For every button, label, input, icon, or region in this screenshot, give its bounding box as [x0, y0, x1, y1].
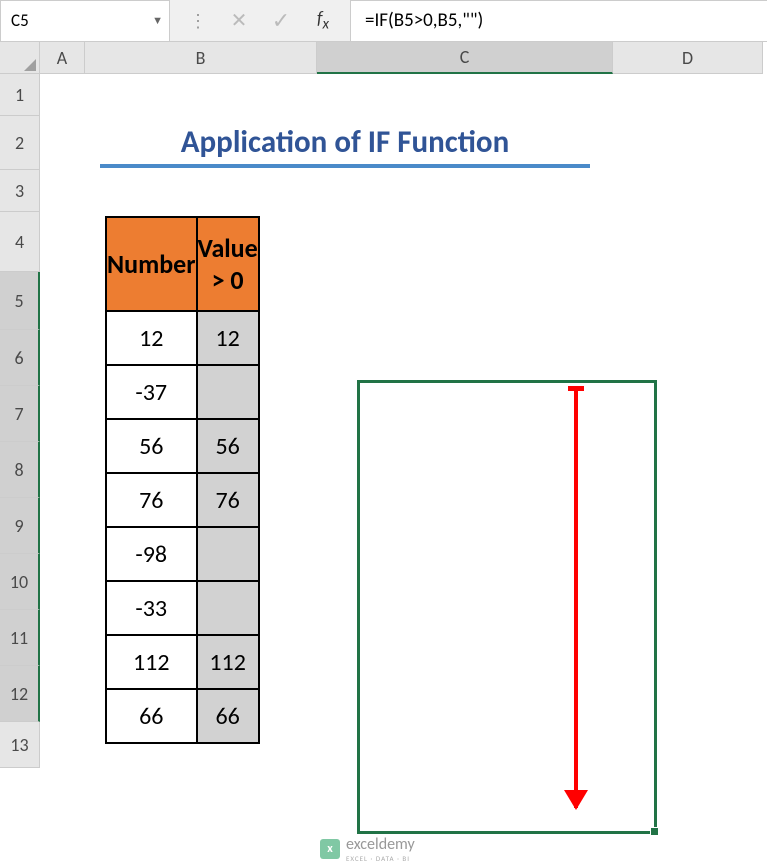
col-header-d[interactable]: D	[613, 42, 763, 74]
row-header-12[interactable]: 12	[0, 666, 40, 722]
enter-icon[interactable]: ✓	[272, 7, 290, 34]
cell-b9[interactable]: -98	[106, 527, 197, 581]
name-box[interactable]: C5 ▼	[0, 0, 170, 42]
cell-b8[interactable]: 76	[106, 473, 197, 527]
fx-icon[interactable]: fx	[317, 7, 329, 34]
row-header-8[interactable]: 8	[0, 442, 40, 498]
col-header-a[interactable]: A	[40, 42, 85, 74]
cell-b5[interactable]: 12	[106, 311, 197, 365]
col-header-c[interactable]: C	[317, 42, 613, 74]
sheet-title[interactable]: Application of IF Function	[100, 120, 590, 168]
cancel-icon[interactable]: ✕	[231, 8, 248, 33]
data-table: Number Value > 0 1212 -37 5656 7676 -98 …	[105, 216, 260, 744]
cell-b11[interactable]: 112	[106, 635, 197, 689]
formula-bar-controls: ⋮ ✕ ✓ fx	[170, 0, 350, 42]
cell-c5[interactable]: 12	[197, 311, 259, 365]
row-headers: 1 2 3 4 5 6 7 8 9 10 11 12 13	[0, 74, 40, 768]
row-header-1[interactable]: 1	[0, 74, 40, 116]
select-all-corner[interactable]	[0, 42, 40, 74]
watermark-logo-icon: x	[320, 839, 340, 859]
row-header-5[interactable]: 5	[0, 272, 40, 330]
row-header-7[interactable]: 7	[0, 386, 40, 442]
row-header-2[interactable]: 2	[0, 116, 40, 170]
header-value[interactable]: Value > 0	[197, 217, 259, 311]
cell-b6[interactable]: -37	[106, 365, 197, 419]
row-header-6[interactable]: 6	[0, 330, 40, 386]
cell-c9[interactable]	[197, 527, 259, 581]
watermark-tag: EXCEL · DATA · BI	[346, 854, 415, 863]
fill-handle[interactable]	[650, 827, 659, 836]
cell-b10[interactable]: -33	[106, 581, 197, 635]
select-all-triangle-icon	[24, 59, 36, 71]
watermark: x exceldemy EXCEL · DATA · BI	[320, 835, 415, 863]
row-header-13[interactable]: 13	[0, 722, 40, 768]
row-header-3[interactable]: 3	[0, 170, 40, 212]
formula-bar: C5 ▼ ⋮ ✕ ✓ fx =IF(B5>0,B5,"")	[0, 0, 767, 42]
cell-c11[interactable]: 112	[197, 635, 259, 689]
row-header-11[interactable]: 11	[0, 610, 40, 666]
name-box-dropdown-icon[interactable]: ▼	[152, 14, 163, 27]
header-number[interactable]: Number	[106, 217, 197, 311]
formula-input[interactable]: =IF(B5>0,B5,"")	[350, 0, 767, 42]
cell-b7[interactable]: 56	[106, 419, 197, 473]
column-headers: A B C D	[40, 42, 763, 74]
cell-c8[interactable]: 76	[197, 473, 259, 527]
selection-border	[357, 380, 657, 834]
cell-c12[interactable]: 66	[197, 689, 259, 743]
cell-reference: C5	[11, 10, 29, 31]
cell-c10[interactable]	[197, 581, 259, 635]
cell-c7[interactable]: 56	[197, 419, 259, 473]
col-header-b[interactable]: B	[85, 42, 317, 74]
autofill-arrow-icon	[574, 388, 578, 808]
row-header-4[interactable]: 4	[0, 212, 40, 272]
row-header-9[interactable]: 9	[0, 498, 40, 554]
more-icon[interactable]: ⋮	[189, 10, 205, 32]
cell-c6[interactable]	[197, 365, 259, 419]
formula-text: =IF(B5>0,B5,"")	[365, 9, 483, 32]
row-header-10[interactable]: 10	[0, 554, 40, 610]
cell-b12[interactable]: 66	[106, 689, 197, 743]
